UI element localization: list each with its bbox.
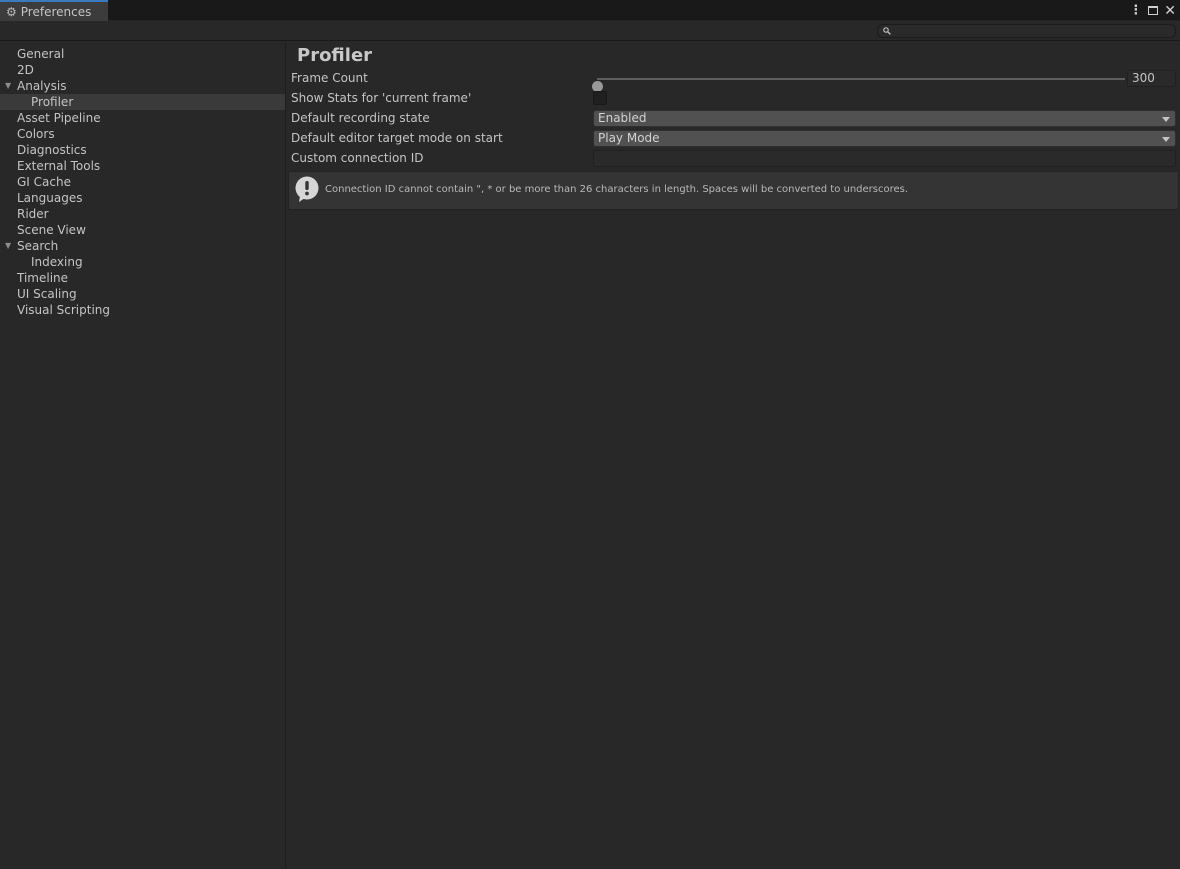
show-stats-row: Show Stats for 'current frame' [291, 90, 1176, 108]
sidebar-item-profiler[interactable]: Profiler [0, 94, 285, 110]
sidebar-item-rider[interactable]: Rider [0, 206, 285, 222]
target-mode-row: Default editor target mode on start Play… [291, 130, 1176, 148]
show-stats-label: Show Stats for 'current frame' [291, 91, 472, 105]
target-mode-value: Play Mode [598, 131, 660, 145]
gear-icon: ⚙ [6, 5, 17, 19]
sidebar-item-diagnostics[interactable]: Diagnostics [0, 142, 285, 158]
sidebar-item-colors[interactable]: Colors [0, 126, 285, 142]
sidebar-item-languages[interactable]: Languages [0, 190, 285, 206]
recording-state-label: Default recording state [291, 111, 430, 125]
recording-state-row: Default recording state Enabled [291, 110, 1176, 128]
connection-id-row: Custom connection ID [291, 150, 1176, 168]
sidebar-item-ui-scaling[interactable]: UI Scaling [0, 286, 285, 302]
page-title: Profiler [297, 45, 373, 66]
sidebar-item-indexing[interactable]: Indexing [0, 254, 285, 270]
sidebar-item-general[interactable]: General [0, 46, 285, 62]
toolbar [0, 21, 1180, 41]
connection-id-label: Custom connection ID [291, 151, 424, 165]
sidebar-item-timeline[interactable]: Timeline [0, 270, 285, 286]
sidebar-item-analysis[interactable]: ▼ Analysis [0, 78, 285, 94]
settings-panel: Profiler Frame Count 300 Show Stats for … [287, 42, 1180, 869]
help-message: Connection ID cannot contain ", * or be … [325, 184, 909, 195]
sidebar: General 2D ▼ Analysis Profiler Asset Pipe… [0, 42, 286, 869]
sidebar-item-gi-cache[interactable]: GI Cache [0, 174, 285, 190]
recording-state-value: Enabled [598, 111, 647, 125]
frame-count-label: Frame Count [291, 71, 368, 85]
target-mode-dropdown[interactable]: Play Mode [593, 130, 1176, 147]
recording-state-dropdown[interactable]: Enabled [593, 110, 1176, 127]
frame-count-slider[interactable] [592, 78, 1125, 92]
sidebar-item-asset-pipeline[interactable]: Asset Pipeline [0, 110, 285, 126]
tab-title: Preferences [20, 5, 92, 19]
window-tab-bar: ⚙ Preferences ⋮ ✕ [0, 0, 1180, 22]
window-controls: ⋮ ✕ [1129, 0, 1176, 21]
more-options-icon[interactable]: ⋮ [1129, 4, 1142, 17]
sidebar-item-external-tools[interactable]: External Tools [0, 158, 285, 174]
fold-open-icon[interactable]: ▼ [5, 238, 11, 254]
sidebar-item-scene-view[interactable]: Scene View [0, 222, 285, 238]
fold-open-icon[interactable]: ▼ [5, 78, 11, 94]
maximize-icon[interactable] [1148, 6, 1159, 15]
warning-icon [295, 176, 319, 202]
chevron-down-icon [1162, 137, 1170, 142]
chevron-down-icon [1162, 117, 1170, 122]
help-box: Connection ID cannot contain ", * or be … [288, 171, 1179, 210]
connection-id-field[interactable] [593, 150, 1176, 167]
search-input[interactable] [895, 25, 1175, 37]
show-stats-checkbox[interactable] [593, 91, 607, 105]
frame-count-field[interactable]: 300 [1127, 70, 1176, 87]
tab-preferences[interactable]: ⚙ Preferences [0, 0, 108, 22]
sidebar-item-2d[interactable]: 2D [0, 62, 285, 78]
sidebar-item-visual-scripting[interactable]: Visual Scripting [0, 302, 285, 318]
close-icon[interactable]: ✕ [1164, 4, 1176, 18]
search-box[interactable] [877, 24, 1176, 38]
search-icon [883, 27, 891, 35]
frame-count-row: Frame Count 300 [291, 70, 1176, 92]
sidebar-item-search[interactable]: ▼ Search [0, 238, 285, 254]
target-mode-label: Default editor target mode on start [291, 131, 503, 145]
